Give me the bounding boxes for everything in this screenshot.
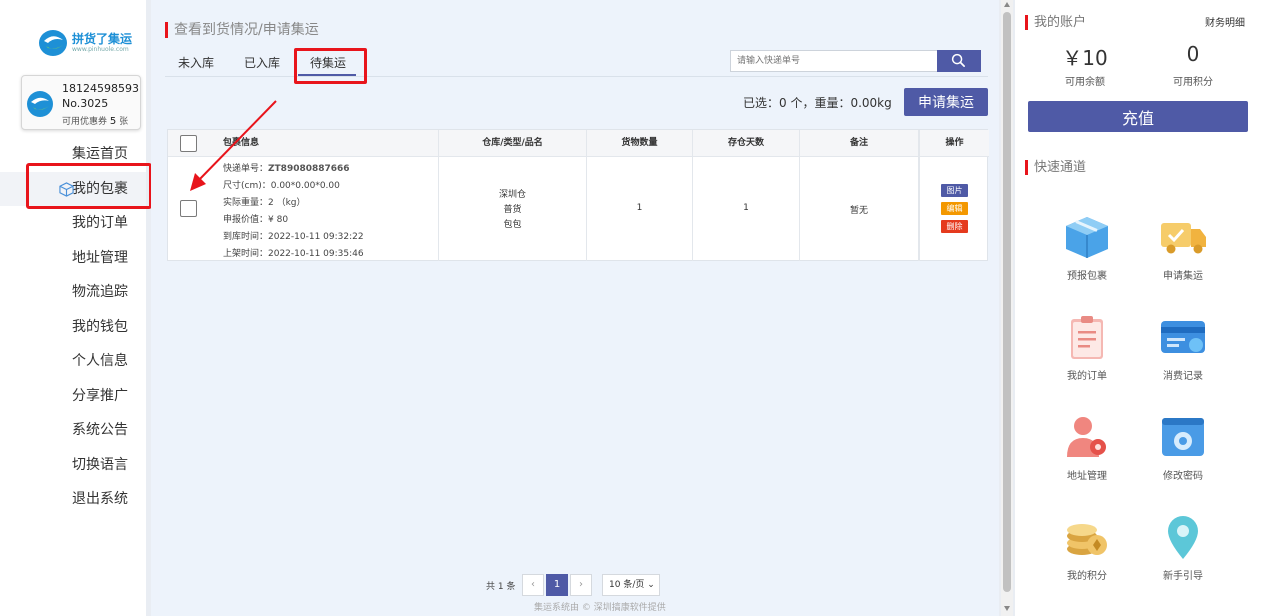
cell-actions: 图片 编辑 删除	[919, 157, 989, 261]
sidebar-nav: 集运首页 我的包裹 我的订单 地址管理 物流追踪 我的钱包 个人信息 分享推广 …	[0, 137, 146, 517]
search-button[interactable]	[937, 50, 981, 72]
col-actions: 操作	[919, 130, 989, 157]
truck-icon	[1161, 223, 1206, 254]
sidebar-item-language[interactable]: 切换语言	[0, 448, 146, 483]
map-pin-icon	[1168, 516, 1198, 559]
card-record-icon	[1161, 321, 1205, 353]
delete-button[interactable]: 删除	[941, 220, 968, 233]
col-note: 备注	[800, 130, 919, 157]
finance-detail-link[interactable]: 财务明细	[1205, 14, 1245, 29]
product-name: 包包	[503, 220, 522, 230]
user-number: No.3025	[62, 97, 109, 110]
quick-item-apply-consolidation[interactable]: 申请集运	[1148, 213, 1218, 282]
vertical-scrollbar[interactable]	[1001, 0, 1013, 616]
warehouse-name: 深圳仓	[498, 190, 526, 200]
balance-label: 可用余额	[1065, 77, 1105, 88]
shelf-time: 上架时间：2022-10-11 09:35:46	[223, 249, 364, 259]
cell-quantity: 1	[587, 157, 693, 261]
image-button[interactable]: 图片	[941, 184, 968, 197]
scroll-down-icon[interactable]	[1004, 606, 1010, 611]
table-header: 包裹信息 仓库/类型/品名 货物数量 存仓天数 备注 操作	[168, 130, 989, 157]
col-warehouse: 仓库/类型/品名	[439, 130, 587, 157]
sidebar: 拼货了集运 www.pinhuole.com 18124598593 No.30…	[0, 0, 146, 616]
sidebar-item-my-packages[interactable]: 我的包裹	[0, 171, 146, 206]
scrollbar-thumb[interactable]	[1003, 12, 1011, 592]
settings-icon	[1162, 418, 1204, 456]
recharge-button[interactable]: 充值	[1028, 101, 1248, 132]
brand-logo[interactable]: 拼货了集运 www.pinhuole.com	[38, 28, 138, 58]
page-size-select[interactable]: 10 条/页 ⌄	[602, 574, 660, 596]
quick-item-my-orders[interactable]: 我的订单	[1052, 313, 1122, 382]
arrival-time: 到库时间：2022-10-11 09:32:22	[223, 232, 364, 242]
next-page-button[interactable]: ›	[570, 574, 592, 596]
package-weight: 实际重量：2 （kg）	[223, 198, 306, 208]
sidebar-item-my-orders[interactable]: 我的订单	[0, 206, 146, 241]
brand-url: www.pinhuole.com	[72, 46, 129, 53]
balance-amount: ￥10	[1062, 46, 1108, 70]
brand-name: 拼货了集运	[72, 32, 133, 46]
declared-value: 申报价值：¥ 80	[223, 215, 289, 225]
right-panel: 我的账户 财务明细 ￥10 可用余额 0 可用积分 充值 快速通道 预报包裹 申…	[1015, 0, 1263, 616]
prev-page-button[interactable]: ‹	[522, 574, 544, 596]
sidebar-item-profile[interactable]: 个人信息	[0, 344, 146, 379]
row-checkbox[interactable]	[180, 200, 197, 217]
logo-icon	[39, 30, 67, 56]
quick-access-title: 快速通道	[1025, 160, 1086, 175]
main-panel: 查看到货情况/申请集运 未入库 已入库 待集运 已选：0 个，重量：0.00kg…	[151, 0, 999, 616]
quick-item-change-password[interactable]: 修改密码	[1148, 413, 1218, 482]
points-amount: 0	[1186, 42, 1200, 66]
user-card: 18124598593 No.3025 可用优惠券 5 张	[21, 75, 141, 130]
avatar	[27, 91, 53, 117]
quick-item-address-management[interactable]: 地址管理	[1052, 413, 1122, 482]
scroll-up-icon[interactable]	[1004, 2, 1010, 7]
search-icon	[951, 53, 965, 67]
search-bar	[730, 50, 981, 72]
goods-type: 普货	[503, 205, 522, 215]
user-phone: 18124598593	[62, 82, 139, 95]
total-count: 共 1 条	[486, 582, 516, 592]
tab-stored[interactable]: 已入库	[244, 54, 280, 71]
cell-note: 暂无	[800, 157, 919, 261]
sidebar-item-home[interactable]: 集运首页	[0, 137, 146, 172]
sidebar-item-wallet[interactable]: 我的钱包	[0, 310, 146, 345]
apply-consolidation-button[interactable]: 申请集运	[904, 88, 988, 116]
quick-item-my-points[interactable]: 我的积分	[1052, 513, 1122, 582]
sidebar-item-share[interactable]: 分享推广	[0, 379, 146, 414]
cell-storage-days: 1	[693, 157, 800, 261]
storage-days-value: 1	[743, 203, 749, 213]
quick-item-consumption-records[interactable]: 消费记录	[1148, 313, 1218, 382]
package-box-icon	[1066, 217, 1108, 258]
annotation-arrow-icon	[190, 100, 277, 191]
note-value: 暂无	[849, 206, 868, 216]
coupon-info[interactable]: 可用优惠券 5 张	[62, 114, 128, 127]
footer-text: 集运系统由 © 深圳搞康软件提供	[534, 603, 666, 613]
col-storage-days: 存仓天数	[693, 130, 800, 157]
chevron-down-icon: ⌄	[647, 580, 655, 590]
sidebar-item-tracking[interactable]: 物流追踪	[0, 275, 146, 310]
sidebar-item-logout[interactable]: 退出系统	[0, 482, 146, 517]
package-table: 包裹信息 仓库/类型/品名 货物数量 存仓天数 备注 操作 快递单号：ZT890…	[167, 129, 989, 261]
quick-item-forecast-package[interactable]: 预报包裹	[1052, 213, 1122, 282]
clipboard-icon	[1071, 316, 1103, 359]
col-quantity: 货物数量	[587, 130, 693, 157]
sidebar-item-announcements[interactable]: 系统公告	[0, 413, 146, 448]
main-content: 查看到货情况/申请集运 未入库 已入库 待集运 已选：0 个，重量：0.00kg…	[151, 0, 999, 616]
annotation-highlight-tab	[294, 48, 367, 84]
user-address-icon	[1067, 417, 1106, 457]
account-title: 我的账户	[1025, 15, 1086, 30]
search-input[interactable]	[730, 50, 938, 72]
quantity-value: 1	[636, 203, 643, 213]
tab-not-stored[interactable]: 未入库	[178, 54, 214, 71]
quick-item-beginner-guide[interactable]: 新手引导	[1148, 513, 1218, 582]
coins-icon	[1067, 524, 1107, 555]
cell-warehouse: 深圳仓 普货 包包	[439, 157, 587, 261]
edit-button[interactable]: 编辑	[941, 202, 968, 215]
selection-summary: 已选：0 个，重量：0.00kg	[743, 96, 892, 110]
sidebar-item-address[interactable]: 地址管理	[0, 241, 146, 276]
page-title: 查看到货情况/申请集运	[165, 22, 319, 38]
points-label: 可用积分	[1173, 77, 1213, 88]
package-icon	[59, 181, 74, 197]
page-1-button[interactable]: 1	[546, 574, 568, 596]
